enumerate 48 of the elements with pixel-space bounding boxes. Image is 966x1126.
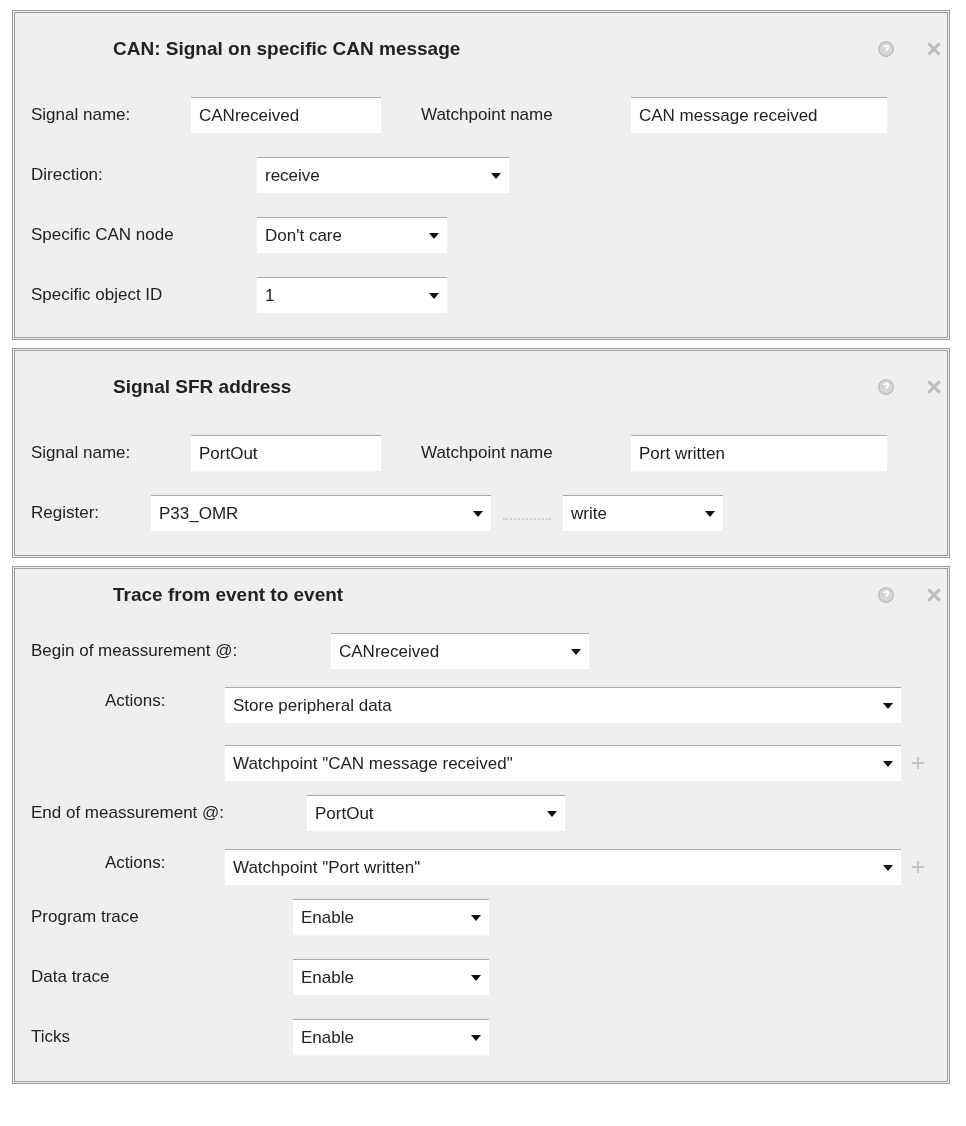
dropdown[interactable]: Don't care	[257, 217, 447, 253]
caret-icon[interactable]	[429, 232, 439, 239]
field-label: Watchpoint name	[421, 105, 554, 125]
panel-title: Trace from event to event	[113, 584, 345, 606]
field-label: End of meassurement @:	[31, 803, 225, 823]
field-label: Signal name:	[31, 443, 132, 463]
caret-icon[interactable]	[429, 292, 439, 299]
caret-icon[interactable]	[471, 974, 481, 981]
caret-icon[interactable]	[547, 810, 557, 817]
field-label: Actions:	[104, 852, 167, 874]
dropdown[interactable]: Enable	[293, 899, 489, 935]
panel-title: CAN: Signal on specific CAN message	[113, 38, 462, 60]
watchpoint-name-field[interactable]: Port written	[631, 435, 887, 471]
action-dropdown[interactable]: Watchpoint "CAN message received"	[225, 745, 901, 781]
field-label: Data trace	[31, 967, 111, 987]
access-dropdown[interactable]: write	[563, 495, 723, 531]
panel-title: Signal SFR address	[113, 376, 293, 398]
field-label: Specific CAN node	[31, 225, 175, 245]
caret-icon[interactable]	[473, 510, 483, 517]
event-dropdown[interactable]: CANreceived	[331, 633, 589, 669]
caret-icon[interactable]	[471, 914, 481, 921]
caret-icon[interactable]	[491, 172, 501, 179]
field-label: Specific object ID	[31, 285, 164, 305]
caret-icon[interactable]	[883, 864, 893, 871]
action-dropdown[interactable]: Store peripheral data	[225, 687, 901, 723]
caret-icon[interactable]	[471, 1034, 481, 1041]
field-label: Direction:	[31, 165, 104, 185]
caret-icon[interactable]	[705, 510, 715, 517]
field-label: Register:	[31, 503, 101, 523]
field-label: Signal name:	[31, 105, 132, 125]
field-label: Ticks	[31, 1027, 72, 1047]
watchpoint-name-field[interactable]: CAN message received	[631, 97, 887, 133]
dropdown[interactable]: receive	[257, 157, 509, 193]
signal-name-field[interactable]: PortOut	[191, 435, 381, 471]
signal-name-field[interactable]: CANreceived	[191, 97, 381, 133]
dropdown[interactable]: 1	[257, 277, 447, 313]
dropdown[interactable]: Enable	[293, 1019, 489, 1055]
caret-icon[interactable]	[571, 648, 581, 655]
field-label: Actions:	[104, 690, 167, 712]
event-dropdown[interactable]: PortOut	[307, 795, 565, 831]
caret-icon[interactable]	[883, 702, 893, 709]
register-dropdown[interactable]: P33_OMR	[151, 495, 491, 531]
dropdown[interactable]: Enable	[293, 959, 489, 995]
action-dropdown[interactable]: Watchpoint "Port written"	[225, 849, 901, 885]
field-label: Program trace	[31, 907, 140, 927]
field-label: Begin of meassurement @:	[31, 641, 239, 661]
field-label: Watchpoint name	[421, 443, 554, 463]
caret-icon[interactable]	[883, 760, 893, 767]
